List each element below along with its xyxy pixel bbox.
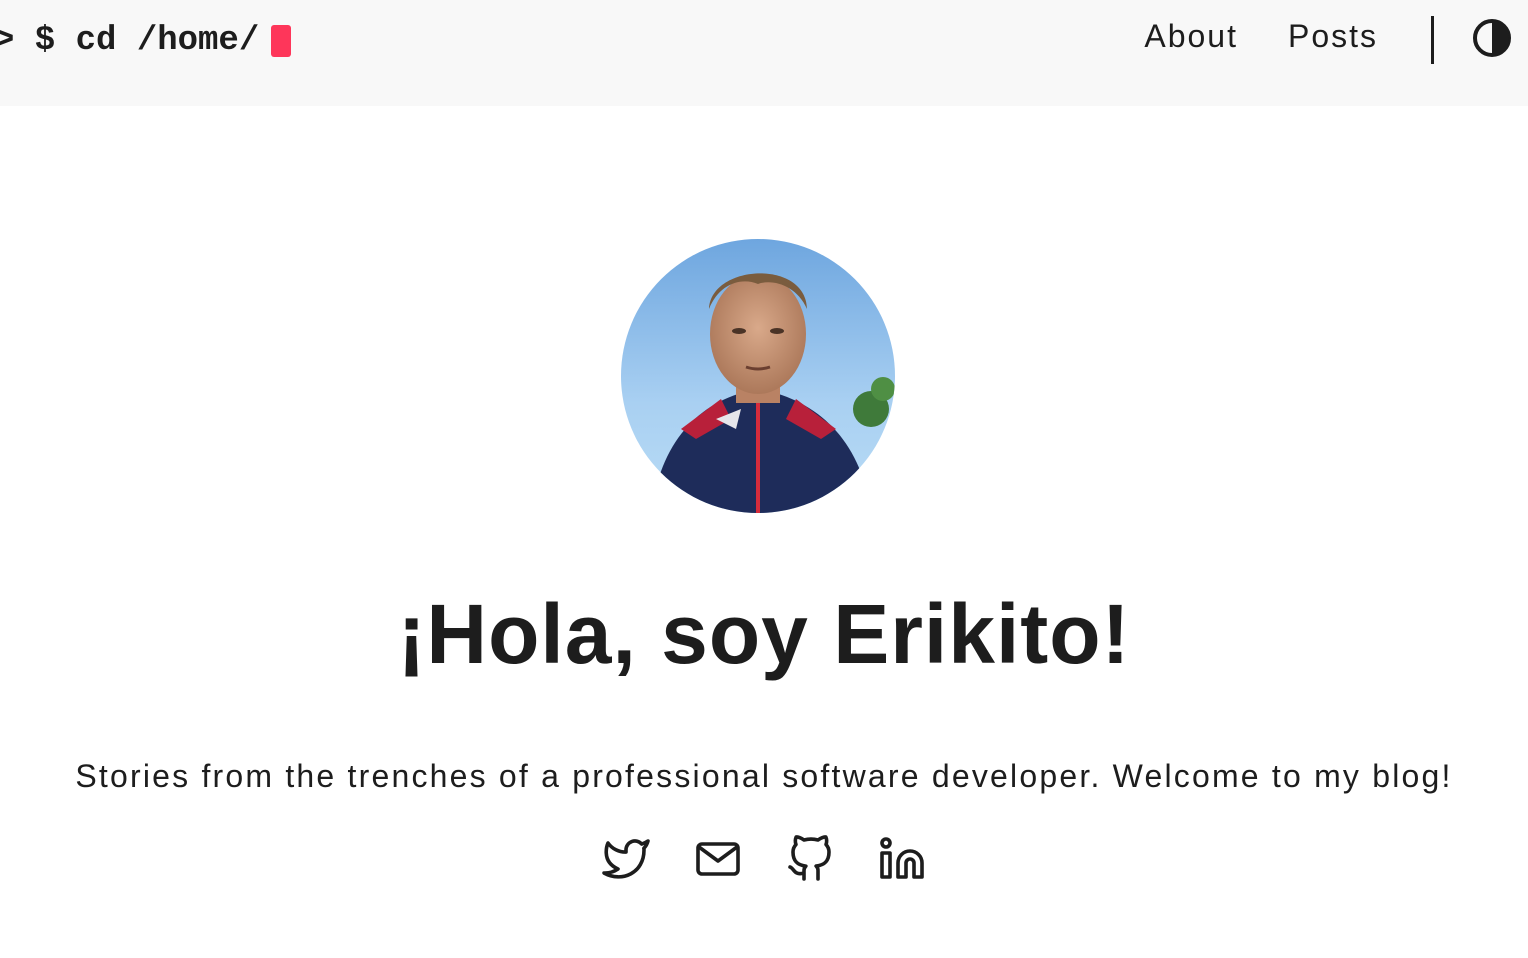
email-icon	[696, 842, 740, 876]
social-links	[0, 834, 1528, 884]
twitter-icon	[602, 839, 650, 879]
github-icon	[788, 835, 831, 881]
linkedin-link[interactable]	[878, 834, 926, 884]
nav-link-about[interactable]: About	[1144, 18, 1238, 55]
contrast-half-circle-icon	[1473, 19, 1511, 57]
nav-link-posts[interactable]: Posts	[1288, 18, 1378, 55]
profile-photo	[621, 239, 895, 513]
linkedin-icon	[880, 837, 924, 879]
nav-divider	[1431, 16, 1434, 64]
avatar	[621, 239, 895, 513]
site-description: Stories from the trenches of a professio…	[75, 758, 1453, 794]
email-link[interactable]	[694, 834, 742, 884]
site-logo[interactable]: > $ cd /home/	[0, 22, 292, 60]
site-header: > $ cd /home/ About Posts	[0, 0, 1528, 106]
logo-text: > $ cd /home/	[0, 22, 260, 60]
blinking-cursor	[271, 25, 292, 57]
theme-toggle-button[interactable]	[1472, 18, 1512, 58]
page-title: ¡Hola, soy Erikito!	[397, 587, 1131, 681]
twitter-link[interactable]	[602, 834, 650, 884]
main-nav: About Posts	[1144, 18, 1378, 55]
github-link[interactable]	[786, 834, 834, 884]
